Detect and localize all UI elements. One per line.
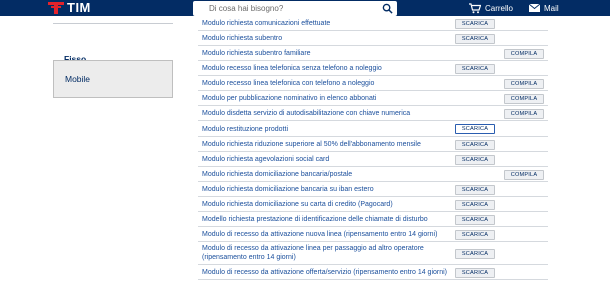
- document-label[interactable]: Modulo richiesta comunicazioni effettuat…: [202, 19, 330, 28]
- search-icon[interactable]: [382, 3, 393, 14]
- scarica-button[interactable]: SCARICA: [455, 18, 495, 29]
- scarica-button[interactable]: SCARICA: [455, 184, 495, 195]
- document-label[interactable]: Modulo disdetta servizio di autodisabili…: [202, 109, 410, 118]
- document-label[interactable]: Modulo di recesso da attivazione linea p…: [202, 244, 424, 253]
- scarica-button[interactable]: SCARICA: [455, 63, 495, 74]
- document-row: Modulo richiesta agevolazioni social car…: [198, 152, 548, 167]
- document-row: Modulo per pubblicazione nominativo in e…: [198, 91, 548, 106]
- document-label[interactable]: Modulo richiesta domiciliazione su carta…: [202, 200, 393, 209]
- document-row: Modulo di recesso da attivazione nuova l…: [198, 227, 548, 242]
- cart-icon: [469, 2, 481, 13]
- document-row: Modulo richiesta subentro SCARICA: [198, 31, 548, 46]
- sidebar-item-mobile-label: Mobile: [65, 74, 91, 84]
- scarica-button[interactable]: SCARICA: [455, 248, 495, 259]
- mail-label: Mail: [544, 3, 559, 13]
- scarica-button[interactable]: SCARICA: [455, 124, 495, 134]
- search-box[interactable]: [193, 1, 397, 16]
- document-row: Modulo recesso linea telefonica con tele…: [198, 76, 548, 91]
- scarica-button[interactable]: SCARICA: [455, 199, 495, 210]
- compila-button[interactable]: COMPILA: [504, 93, 544, 104]
- document-label[interactable]: Modulo richiesta riduzione superiore al …: [202, 140, 421, 149]
- document-label[interactable]: Modulo richiesta agevolazioni social car…: [202, 155, 329, 164]
- document-label[interactable]: Modulo richiesta subentro: [202, 34, 282, 43]
- tim-logo[interactable]: TIM: [48, 1, 91, 15]
- document-row: Modulo recesso linea telefonica senza te…: [198, 61, 548, 76]
- document-row: Modulo restituzione prodotti SCARICA: [198, 121, 548, 137]
- cart-label: Carrello: [485, 3, 514, 13]
- compila-button[interactable]: COMPILA: [504, 78, 544, 89]
- sidebar: Fisso Mobile: [53, 16, 173, 291]
- mail-icon: [529, 4, 540, 12]
- cart-button[interactable]: Carrello: [469, 2, 513, 14]
- document-label[interactable]: Modulo recesso linea telefonica senza te…: [202, 64, 382, 73]
- mail-button[interactable]: Mail: [529, 2, 559, 14]
- scarica-button[interactable]: SCARICA: [455, 139, 495, 150]
- document-label[interactable]: Modulo di recesso da attivazione nuova l…: [202, 230, 437, 239]
- document-label[interactable]: Modulo richiesta domiciliazione bancaria…: [202, 185, 374, 194]
- document-label[interactable]: Modulo per pubblicazione nominativo in e…: [202, 94, 376, 103]
- scarica-button[interactable]: SCARICA: [455, 154, 495, 165]
- document-row: Modulo richiesta domiciliazione bancaria…: [198, 182, 548, 197]
- scarica-button[interactable]: SCARICA: [455, 214, 495, 225]
- document-row: Modulo richiesta comunicazioni effettuat…: [198, 16, 548, 31]
- document-label[interactable]: Modulo di recesso da attivazione offerta…: [202, 268, 447, 277]
- compila-button[interactable]: COMPILA: [504, 108, 544, 119]
- document-label[interactable]: Modulo richiesta subentro familiare: [202, 49, 311, 58]
- document-row: Modulo richiesta subentro familiare COMPI…: [198, 46, 548, 61]
- document-row: Modulo richiesta domiciliazione bancaria…: [198, 167, 548, 182]
- scarica-button[interactable]: SCARICA: [455, 229, 495, 240]
- sidebar-item-mobile[interactable]: Mobile: [53, 60, 173, 98]
- scarica-button[interactable]: SCARICA: [455, 267, 495, 278]
- document-label[interactable]: Modulo recesso linea telefonica con tele…: [202, 79, 374, 88]
- document-row: Modulo richiesta domiciliazione su carta…: [198, 197, 548, 212]
- document-label[interactable]: Modulo richiesta domiciliazione bancaria…: [202, 170, 352, 179]
- logo-text: TIM: [67, 0, 91, 15]
- document-row: Modello richiesta prestazione di identif…: [198, 212, 548, 227]
- document-label[interactable]: Modello richiesta prestazione di identif…: [202, 215, 428, 224]
- document-row: Modulo disdetta servizio di autodisabili…: [198, 106, 548, 121]
- compila-button[interactable]: COMPILA: [504, 48, 544, 59]
- compila-button[interactable]: COMPILA: [504, 169, 544, 180]
- scarica-button[interactable]: SCARICA: [455, 33, 495, 44]
- tim-logo-mark-icon: [48, 2, 64, 14]
- search-input[interactable]: [193, 1, 379, 16]
- document-label[interactable]: Modulo restituzione prodotti: [202, 125, 288, 134]
- document-row: Modulo di recesso da attivazione offerta…: [198, 265, 548, 280]
- top-navigation-bar: TIM Carrello Mail: [0, 0, 610, 16]
- document-row: Modulo di recesso da attivazione linea p…: [198, 242, 548, 265]
- document-row: Modulo richiesta riduzione superiore al …: [198, 137, 548, 152]
- document-list: Modulo richiesta comunicazioni effettuat…: [198, 16, 548, 280]
- document-label-continued[interactable]: (ripensamento entro 14 giorni): [202, 253, 296, 262]
- sidebar-divider: [53, 23, 173, 24]
